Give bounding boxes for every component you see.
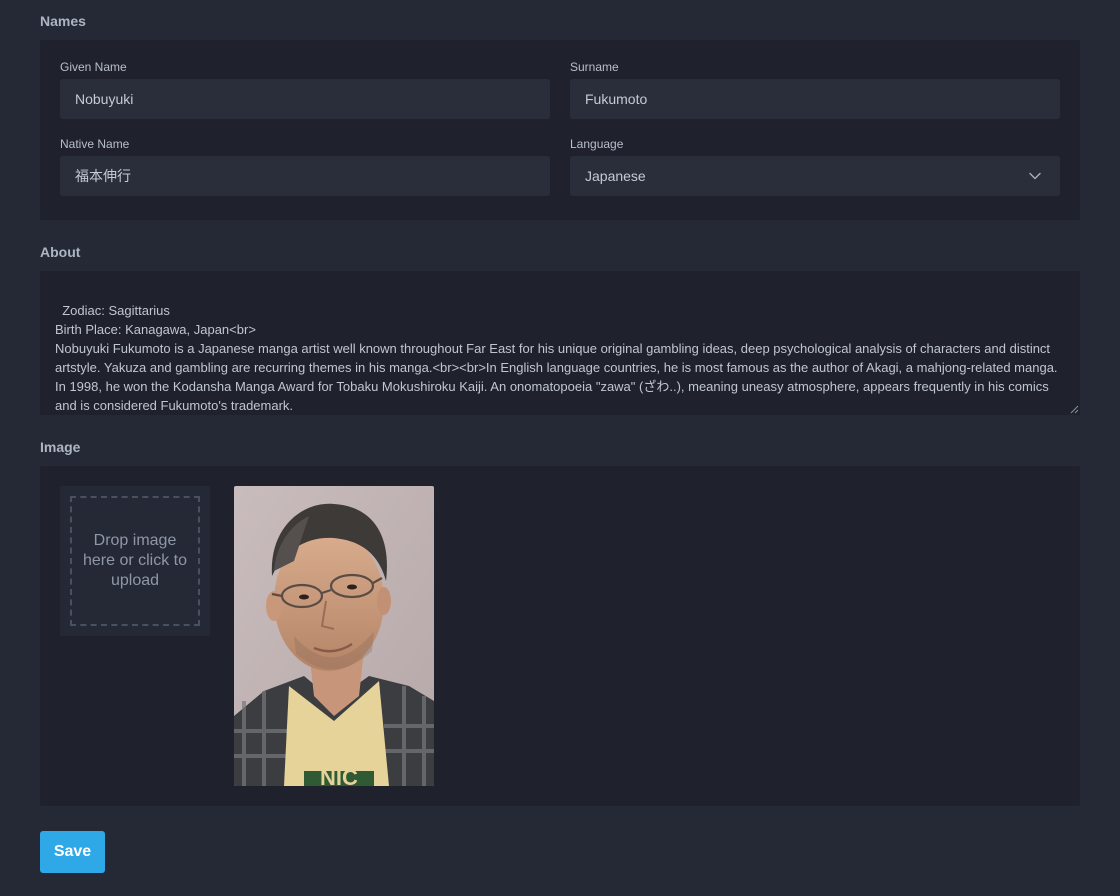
image-dropzone[interactable]: Drop image here or click to upload [60, 486, 210, 636]
language-select-value: Japanese [585, 168, 646, 184]
surname-field[interactable]: Fukumoto [570, 79, 1060, 119]
dropzone-text: Drop image here or click to upload [82, 532, 188, 589]
names-panel: Given Name Nobuyuki Surname Fukumoto Nat… [40, 40, 1080, 220]
chevron-down-icon [1029, 172, 1041, 180]
image-section-title: Image [40, 439, 81, 455]
resize-grip-icon[interactable] [1069, 404, 1079, 414]
about-textarea[interactable]: Zodiac: Sagittarius Birth Place: Kanagaw… [40, 271, 1080, 415]
save-button[interactable]: Save [40, 831, 105, 873]
language-label: Language [570, 137, 624, 151]
profile-photo-image: NIC [234, 486, 434, 786]
surname-label: Surname [570, 60, 619, 74]
native-name-field[interactable]: 福本伸行 [60, 156, 550, 196]
given-name-field[interactable]: Nobuyuki [60, 79, 550, 119]
profile-photo: NIC [234, 486, 434, 786]
language-select[interactable]: Japanese [570, 156, 1060, 196]
native-name-label: Native Name [60, 137, 130, 151]
image-dropzone-area[interactable]: Drop image here or click to upload [70, 496, 200, 626]
about-section-title: About [40, 244, 81, 260]
given-name-label: Given Name [60, 60, 127, 74]
about-text: Zodiac: Sagittarius Birth Place: Kanagaw… [55, 303, 1058, 413]
shirt-text: NIC [320, 765, 358, 786]
names-section-title: Names [40, 13, 86, 29]
